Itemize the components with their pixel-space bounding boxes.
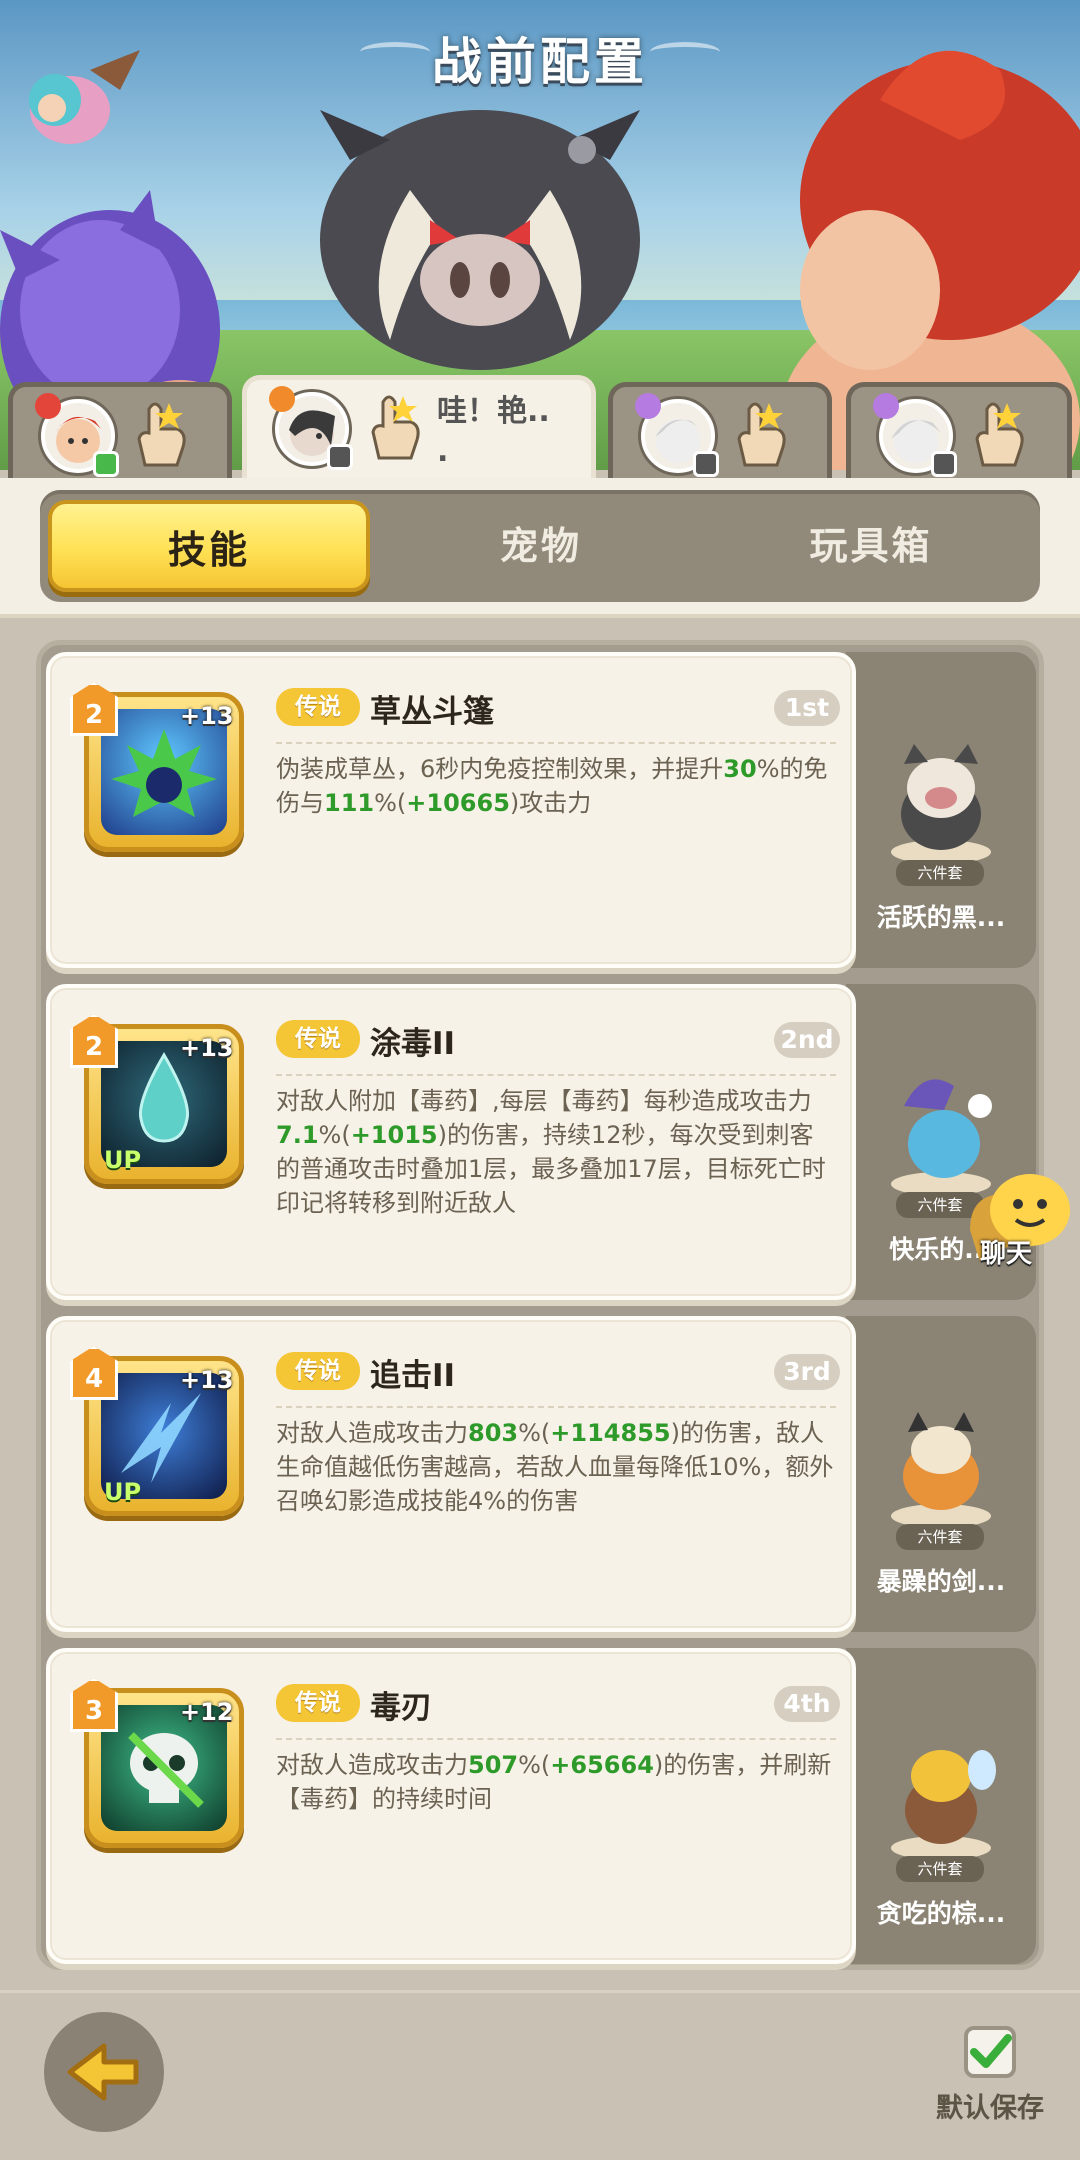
tiger-pet-figure-icon xyxy=(891,1412,991,1528)
role-dot xyxy=(873,393,899,419)
role-dot xyxy=(269,386,295,412)
rarity-badge: 传说 xyxy=(276,1352,360,1390)
description-text: 对敌人附加【毒药】,每层【毒药】每秒造成攻击力 xyxy=(276,1087,812,1115)
enhance-level: +12 xyxy=(180,1698,234,1726)
default-save-checkbox[interactable] xyxy=(964,2026,1016,2078)
description-text: 对敌人造成攻击力 xyxy=(276,1751,468,1779)
team-slot-4[interactable] xyxy=(846,382,1072,482)
skill-card[interactable]: 4 +13 UP 传说 追击II 3rd 对敌人造成攻击力803%(+11485… xyxy=(46,1316,856,1632)
pet-name: 暴躁的剑... xyxy=(876,1567,1006,1596)
role-dot xyxy=(35,393,61,419)
skill-row-2[interactable]: 六件套 快乐的... 2 +13 UP 传说 涂毒II 2nd 对敌人附加【毒药… xyxy=(46,984,1036,1300)
highlight-value: 507 xyxy=(468,1751,519,1779)
rarity-badge: 传说 xyxy=(276,688,360,726)
highlight-value: +1015 xyxy=(350,1121,438,1149)
skill-order-badge: 4th xyxy=(774,1686,840,1722)
team-slot-2[interactable]: 哇！艳.. . xyxy=(242,375,596,485)
back-arrow-icon xyxy=(67,2043,139,2101)
skill-order-badge: 3rd xyxy=(774,1354,840,1390)
skill-level-badge: 2 xyxy=(70,1014,118,1068)
highlight-value: 111 xyxy=(324,789,375,817)
highlight-value: 7.1 xyxy=(276,1121,319,1149)
divider xyxy=(276,742,836,744)
description-text: %( xyxy=(318,1121,351,1149)
default-save-label[interactable]: 默认保存 xyxy=(920,2086,1060,2125)
upgrade-badge: UP xyxy=(104,1146,142,1174)
skill-level-badge: 3 xyxy=(70,1678,118,1732)
role-dot xyxy=(635,393,661,419)
controller-badge-icon xyxy=(693,451,719,477)
pet-set-tag: 六件套 xyxy=(896,1524,984,1550)
like-hand-icon[interactable] xyxy=(969,399,1027,469)
skill-card[interactable]: 2 +13 传说 草丛斗篷 1st 伪装成草丛，6秒内免疫控制效果，并提升30%… xyxy=(46,652,856,968)
check-icon xyxy=(970,2034,1012,2068)
player-chat-snippet: 哇！艳.. . xyxy=(437,394,550,469)
like-hand-icon[interactable] xyxy=(365,392,423,462)
skill-description: 对敌人造成攻击力507%(+65664)的伤害，并刷新【毒药】的持续时间 xyxy=(276,1748,836,1816)
description-text: 伪装成草丛，6秒内免疫控制效果，并提升 xyxy=(276,755,724,783)
highlight-value: 30 xyxy=(723,755,757,783)
enhance-level: +13 xyxy=(180,1034,234,1062)
description-text: %( xyxy=(374,789,407,817)
boar-boss-art xyxy=(320,110,640,370)
back-button[interactable] xyxy=(44,2012,164,2132)
divider xyxy=(276,1074,836,1076)
boar-pet-figure-icon xyxy=(891,744,991,864)
description-text: %( xyxy=(518,1419,551,1447)
pet-name: 贪吃的棕... xyxy=(876,1899,1006,1928)
skill-description: 伪装成草丛，6秒内免疫控制效果，并提升30%的免伤与111%(+10665)攻击… xyxy=(276,752,836,820)
chat-badge-icon xyxy=(93,451,119,477)
skill-description: 对敌人附加【毒药】,每层【毒药】每秒造成攻击力7.1%(+1015)的伤害，持续… xyxy=(276,1084,836,1220)
pet-slot[interactable]: 六件套 暴躁的剑... xyxy=(846,1316,1036,1632)
divider xyxy=(276,1406,836,1408)
skill-name: 涂毒II xyxy=(370,1026,456,1062)
team-slot-3[interactable] xyxy=(608,382,832,482)
tab-pets[interactable]: 宠物 xyxy=(380,500,702,592)
enhance-level: +13 xyxy=(180,702,234,730)
like-hand-icon[interactable] xyxy=(131,399,189,469)
skill-card[interactable]: 3 +12 传说 毒刃 4th 对敌人造成攻击力507%(+65664)的伤害，… xyxy=(46,1648,856,1964)
like-hand-icon[interactable] xyxy=(731,399,789,469)
pet-set-tag: 六件套 xyxy=(896,860,984,886)
skill-name: 追击II xyxy=(370,1358,456,1394)
skill-level-badge: 2 xyxy=(70,682,118,736)
skill-order-badge: 2nd xyxy=(774,1022,840,1058)
tab-toybox[interactable]: 玩具箱 xyxy=(710,500,1032,592)
skill-level-badge: 4 xyxy=(70,1346,118,1400)
pet-slot[interactable]: 六件套 活跃的黑... xyxy=(846,652,1036,968)
pet-set-tag: 六件套 xyxy=(896,1856,984,1882)
pet-name: 活跃的黑... xyxy=(876,903,1006,932)
rarity-badge: 传说 xyxy=(276,1684,360,1722)
chat-label[interactable]: 聊天 xyxy=(980,1233,1032,1270)
description-text: )攻击力 xyxy=(509,789,592,817)
controller-badge-icon xyxy=(327,444,353,470)
controller-badge-icon xyxy=(931,451,957,477)
divider xyxy=(276,1738,836,1740)
highlight-value: +65664 xyxy=(550,1751,654,1779)
skill-order-badge: 1st xyxy=(774,690,840,726)
skill-name: 草丛斗篷 xyxy=(370,694,494,730)
page-title: 战前配置 xyxy=(432,33,648,91)
bee-bear-pet-figure-icon xyxy=(891,1750,996,1860)
skill-row-1[interactable]: 六件套 活跃的黑... 2 +13 传说 草丛斗篷 1st 伪装成草丛，6秒内免… xyxy=(46,652,1036,968)
description-text: %( xyxy=(518,1751,551,1779)
tab-skills[interactable]: 技能 xyxy=(48,500,370,592)
skill-description: 对敌人造成攻击力803%(+114855)的伤害，敌人生命值越低伤害越高，若敌人… xyxy=(276,1416,836,1518)
description-text: 对敌人造成攻击力 xyxy=(276,1419,468,1447)
upgrade-badge: UP xyxy=(104,1478,142,1506)
skill-name: 毒刃 xyxy=(370,1690,432,1726)
rarity-badge: 传说 xyxy=(276,1020,360,1058)
skill-card[interactable]: 2 +13 UP 传说 涂毒II 2nd 对敌人附加【毒药】,每层【毒药】每秒造… xyxy=(46,984,856,1300)
highlight-value: 803 xyxy=(468,1419,519,1447)
skill-row-3[interactable]: 六件套 暴躁的剑... 4 +13 UP 传说 追击II 3rd 对敌人造成攻击… xyxy=(46,1316,1036,1632)
highlight-value: +10665 xyxy=(406,789,510,817)
enhance-level: +13 xyxy=(180,1366,234,1394)
highlight-value: +114855 xyxy=(550,1419,671,1447)
skill-row-4[interactable]: 六件套 贪吃的棕... 3 +12 传说 毒刃 4th 对敌人造成攻击力507%… xyxy=(46,1648,1036,1964)
team-slot-1[interactable] xyxy=(8,382,232,482)
pet-slot[interactable]: 六件套 贪吃的棕... xyxy=(846,1648,1036,1964)
